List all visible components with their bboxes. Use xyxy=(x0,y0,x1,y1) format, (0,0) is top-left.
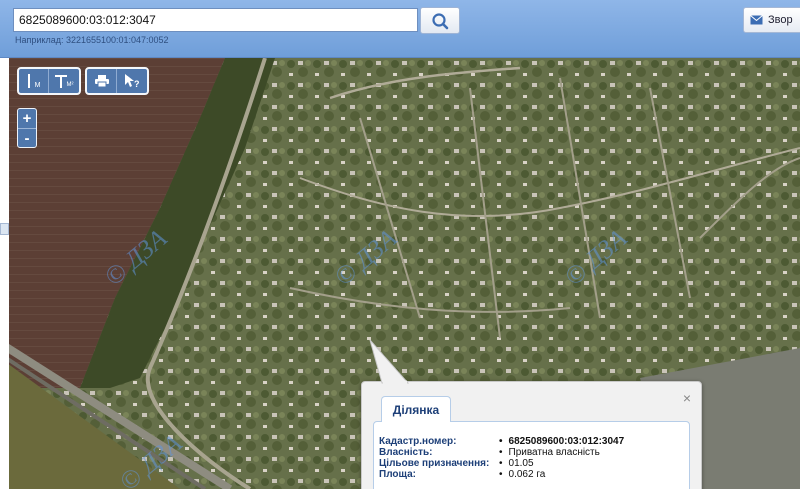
cadastral-search-input[interactable] xyxy=(13,8,418,32)
utility-tools: ? xyxy=(85,67,149,95)
identify-button[interactable]: ? xyxy=(117,69,147,93)
search-icon xyxy=(432,13,449,30)
property-key: Цільове призначення: xyxy=(379,458,490,469)
measure-area-button[interactable]: M² xyxy=(49,69,79,93)
measure-distance-button[interactable]: M xyxy=(19,69,49,93)
property-key: Площа: xyxy=(379,469,416,480)
side-panel-toggle[interactable] xyxy=(0,223,9,235)
property-row: Кадастр.номер: 6825089600:03:012:3047 xyxy=(379,436,624,447)
zoom-control: + - xyxy=(17,108,37,148)
measure-distance-label: M xyxy=(34,81,41,89)
property-value: Приватна власність xyxy=(499,447,600,458)
printer-icon xyxy=(94,75,109,87)
search-example-hint: Наприклад: 3221655100:01:047:0052 xyxy=(15,35,169,45)
zoom-in-button[interactable]: + xyxy=(18,109,36,128)
parcel-info-popup: × Ділянка Кадастр.номер: 6825089600:03:0… xyxy=(361,381,702,489)
feedback-label: Звор xyxy=(768,14,793,26)
side-panel-edge xyxy=(0,58,9,489)
property-key: Власність: xyxy=(379,447,433,458)
pointer-question-icon: ? xyxy=(125,74,140,88)
property-value: 01.05 xyxy=(499,458,534,469)
property-value: 6825089600:03:012:3047 xyxy=(499,436,625,447)
ruler-icon xyxy=(27,74,30,88)
parcel-properties: Кадастр.номер: 6825089600:03:012:3047 Вл… xyxy=(373,421,690,489)
property-row: Власність: Приватна власність xyxy=(379,447,600,458)
feedback-button[interactable]: Звор xyxy=(743,7,800,33)
property-row: Площа: 0.062 га xyxy=(379,469,545,480)
print-button[interactable] xyxy=(87,69,117,93)
measure-area-label: M² xyxy=(66,82,74,88)
property-value: 0.062 га xyxy=(499,469,546,480)
tab-parcel[interactable]: Ділянка xyxy=(381,396,451,422)
property-key: Кадастр.номер: xyxy=(379,436,457,447)
search-button[interactable] xyxy=(420,7,460,34)
zoom-out-button[interactable]: - xyxy=(18,128,36,147)
measure-tools: M M² xyxy=(17,67,81,95)
svg-text:?: ? xyxy=(134,79,140,88)
property-row: Цільове призначення: 01.05 xyxy=(379,458,534,469)
map-toolbar: M M² ? xyxy=(17,67,149,95)
envelope-icon xyxy=(750,15,763,25)
top-search-bar: Наприклад: 3221655100:01:047:0052 Звор xyxy=(0,0,800,58)
popup-pointer xyxy=(369,339,410,384)
area-ruler-icon xyxy=(54,75,67,88)
close-icon[interactable]: × xyxy=(683,390,691,406)
